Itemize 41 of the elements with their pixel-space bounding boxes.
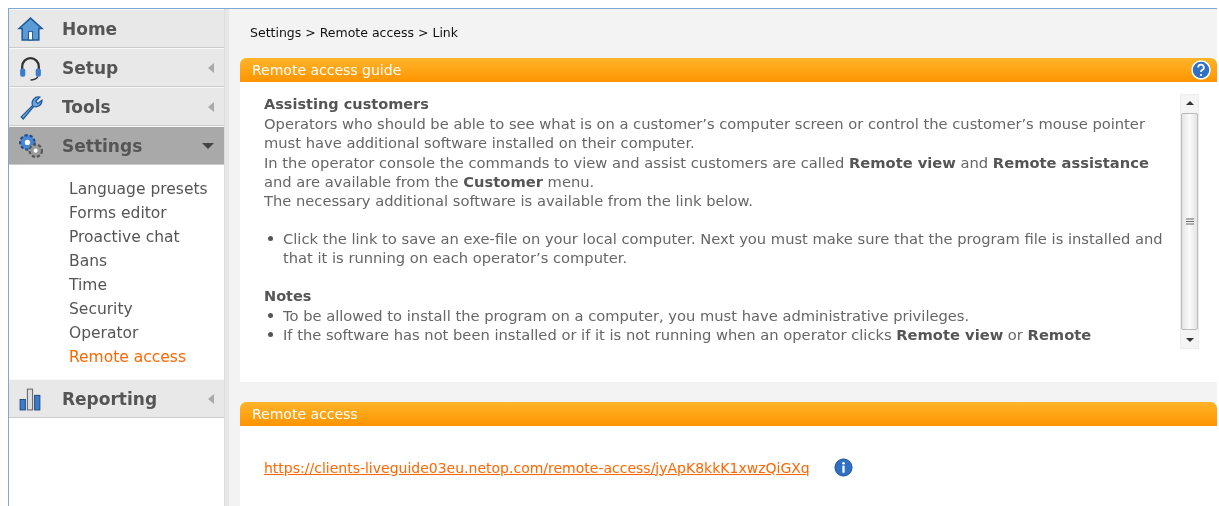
headset-icon <box>17 54 44 81</box>
caret-icon <box>208 393 214 404</box>
submenu-item[interactable]: Operator <box>69 321 224 345</box>
bullet-icon <box>268 332 273 338</box>
nav-label: Setup <box>62 57 120 78</box>
help-icon[interactable] <box>1191 60 1211 80</box>
caret-icon <box>208 62 214 73</box>
bullet-text: If the software has not been installed or if it is not running when an operator clicks Remote view or Remote <box>283 325 1093 345</box>
bullet-icon <box>268 236 273 242</box>
nav-label: Tools <box>62 96 112 117</box>
submenu-item[interactable]: Security <box>69 297 224 321</box>
caret-icon <box>208 101 214 112</box>
nav-label: Reporting <box>62 388 159 409</box>
panel-title: Remote access guide <box>252 62 403 78</box>
grip-icon[interactable] <box>1185 218 1194 225</box>
bullet-text: To be allowed to install the program on a computer, you must have administrative privileges. <box>283 305 971 326</box>
info-icon[interactable] <box>833 458 853 477</box>
nav-label: Settings <box>62 135 144 156</box>
nav-item[interactable]: Reporting <box>9 379 224 418</box>
gears-icon <box>17 132 44 159</box>
section-heading: Notes <box>264 286 313 306</box>
submenu-item[interactable]: Bans <box>69 249 224 273</box>
breadcrumb: Settings > Remote access > Link <box>249 24 460 42</box>
submenu-item[interactable]: Proactive chat <box>69 225 224 249</box>
caret-icon <box>202 142 214 149</box>
submenu-item[interactable]: Language presets <box>69 177 224 201</box>
nav-item[interactable]: Setup <box>9 48 224 87</box>
scrollbar[interactable] <box>1180 94 1199 349</box>
bullet-icon <box>268 312 273 318</box>
paragraph: In the operator console the commands to view and assist customers are called Remote view and Remote assistance and are available from the Customer menu. <box>264 152 1150 191</box>
house-icon <box>17 15 44 42</box>
nav-label: Home <box>62 18 119 39</box>
bullet-text: Click the link to save an exe-file on your local computer. Next you must make sure that the program file is installed and that it is running on each operator’s computer. <box>283 229 1164 268</box>
nav-item[interactable]: Tools <box>9 87 224 126</box>
submenu-item[interactable]: Time <box>69 273 224 297</box>
paragraph: The necessary additional software is available from the link below. <box>264 191 754 211</box>
paragraph: Operators who should be able to see what is on a customer’s computer screen or control the customer’s mouse pointer must have additional software installed on their computer. <box>264 114 1146 153</box>
panel-title: Remote access <box>252 406 359 422</box>
submenu-item[interactable]: Forms editor <box>69 201 224 225</box>
section-heading: Assisting customers <box>264 95 430 114</box>
nav-item[interactable]: Home <box>9 9 224 48</box>
